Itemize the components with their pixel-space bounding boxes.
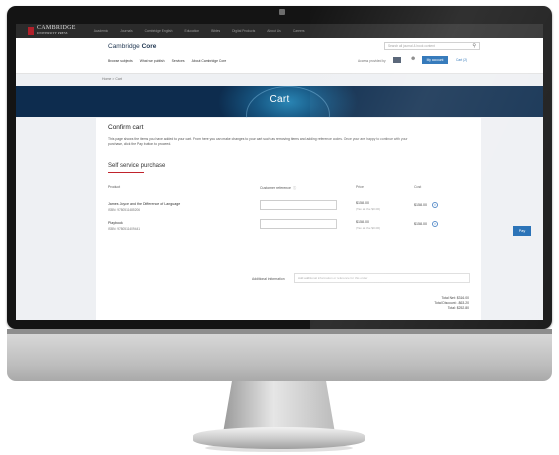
additional-info-label: Additional information: [252, 277, 285, 281]
monitor-stand-neck: [223, 381, 335, 433]
global-nav-careers[interactable]: Careers: [293, 29, 305, 33]
item-tax: (Tax at the $0.00): [356, 207, 381, 211]
cart-link[interactable]: Cart (2): [456, 58, 467, 62]
customer-reference-input[interactable]: [260, 200, 337, 210]
subnav-services[interactable]: Services: [172, 59, 185, 63]
additional-info-placeholder: Add additional information or reference …: [298, 276, 368, 280]
item-cost: $158.00: [414, 222, 427, 226]
item-tax: (Tax at the $0.00): [356, 226, 381, 230]
global-topbar: CAMBRIDGE UNIVERSITY PRESS Academic Jour…: [16, 24, 543, 38]
global-nav-english[interactable]: Cambridge English: [145, 29, 173, 33]
column-reference: Customer reference ⓘ: [260, 185, 296, 190]
breadcrumb[interactable]: Home > Cart: [102, 77, 122, 81]
my-account-button[interactable]: My account: [422, 56, 448, 64]
item-title[interactable]: Playbook: [108, 221, 123, 225]
info-icon[interactable]: ⓘ: [293, 185, 296, 190]
item-isbn: ISBN: 9780511409441: [108, 227, 141, 231]
total-amount: Total: $252.80: [447, 306, 469, 311]
global-nav-academic[interactable]: Academic: [94, 29, 108, 33]
cart-card: Confirm cart This page shows the items y…: [96, 118, 481, 320]
site-subnav: Browse subjects What we publish Services…: [108, 59, 226, 63]
global-nav-education[interactable]: Education: [185, 29, 200, 33]
access-provided-text: Access provided by: [358, 59, 386, 63]
additional-info-input[interactable]: Add additional information or reference …: [294, 273, 470, 283]
monitor-chin-edge: [7, 329, 552, 334]
global-nav-journals[interactable]: Journals: [120, 29, 132, 33]
column-product: Product: [108, 185, 121, 189]
section-title: Self service purchase: [108, 163, 166, 169]
global-nav-bibles[interactable]: Bibles: [211, 29, 220, 33]
global-nav: Academic Journals Cambridge English Educ…: [94, 29, 305, 33]
search-input[interactable]: Search all journal & book content ⚲: [384, 42, 480, 50]
remove-item-icon[interactable]: ×: [432, 202, 438, 208]
institution-logo: [393, 57, 401, 63]
item-title[interactable]: James Joyce and the Difference of Langua…: [108, 202, 180, 206]
browser-screen: CAMBRIDGE UNIVERSITY PRESS Academic Jour…: [16, 24, 543, 320]
column-reference-label: Customer reference: [260, 186, 291, 190]
item-cost: $158.00: [414, 203, 427, 207]
section-underline: [108, 172, 144, 173]
search-icon[interactable]: ⚲: [472, 43, 476, 49]
subnav-about-core[interactable]: About Cambridge Core: [192, 59, 227, 63]
logo-text: CAMBRIDGE UNIVERSITY PRESS: [37, 25, 76, 35]
confirm-cart-heading: Confirm cart: [108, 124, 144, 131]
item-price: $158.00: [356, 201, 369, 205]
page-title: Cart: [269, 94, 290, 105]
subnav-browse-subjects[interactable]: Browse subjects: [108, 59, 133, 63]
search-placeholder: Search all journal & book content: [388, 44, 435, 48]
global-nav-about[interactable]: About Us: [267, 29, 281, 33]
pay-button[interactable]: Pay: [513, 226, 531, 236]
remove-item-icon[interactable]: ×: [432, 221, 438, 227]
cart-description: This page shows the items you have added…: [108, 137, 408, 146]
order-totals: Total Net: $316.00 Total Discount: -$63.…: [434, 296, 469, 312]
item-price: $158.00: [356, 220, 369, 224]
monitor-stand-base: [193, 427, 365, 449]
shield-icon: [28, 27, 34, 35]
site-header: Cambridge Core Search all journal & book…: [16, 38, 543, 74]
column-cost: Cost: [414, 185, 422, 189]
cambridge-core-brand[interactable]: Cambridge Core: [108, 43, 156, 50]
user-icon[interactable]: ☻: [410, 56, 416, 62]
item-isbn: ISBN: 9780511485206: [108, 208, 141, 212]
camera-icon: [279, 9, 285, 15]
imac-mockup: CAMBRIDGE UNIVERSITY PRESS Academic Jour…: [0, 0, 559, 455]
global-nav-digital[interactable]: Digital Products: [232, 29, 255, 33]
customer-reference-input[interactable]: [260, 219, 337, 229]
monitor-chin: [7, 329, 552, 381]
subnav-what-we-publish[interactable]: What we publish: [140, 59, 165, 63]
cambridge-logo[interactable]: CAMBRIDGE UNIVERSITY PRESS: [28, 25, 76, 36]
column-price: Price: [356, 185, 364, 189]
